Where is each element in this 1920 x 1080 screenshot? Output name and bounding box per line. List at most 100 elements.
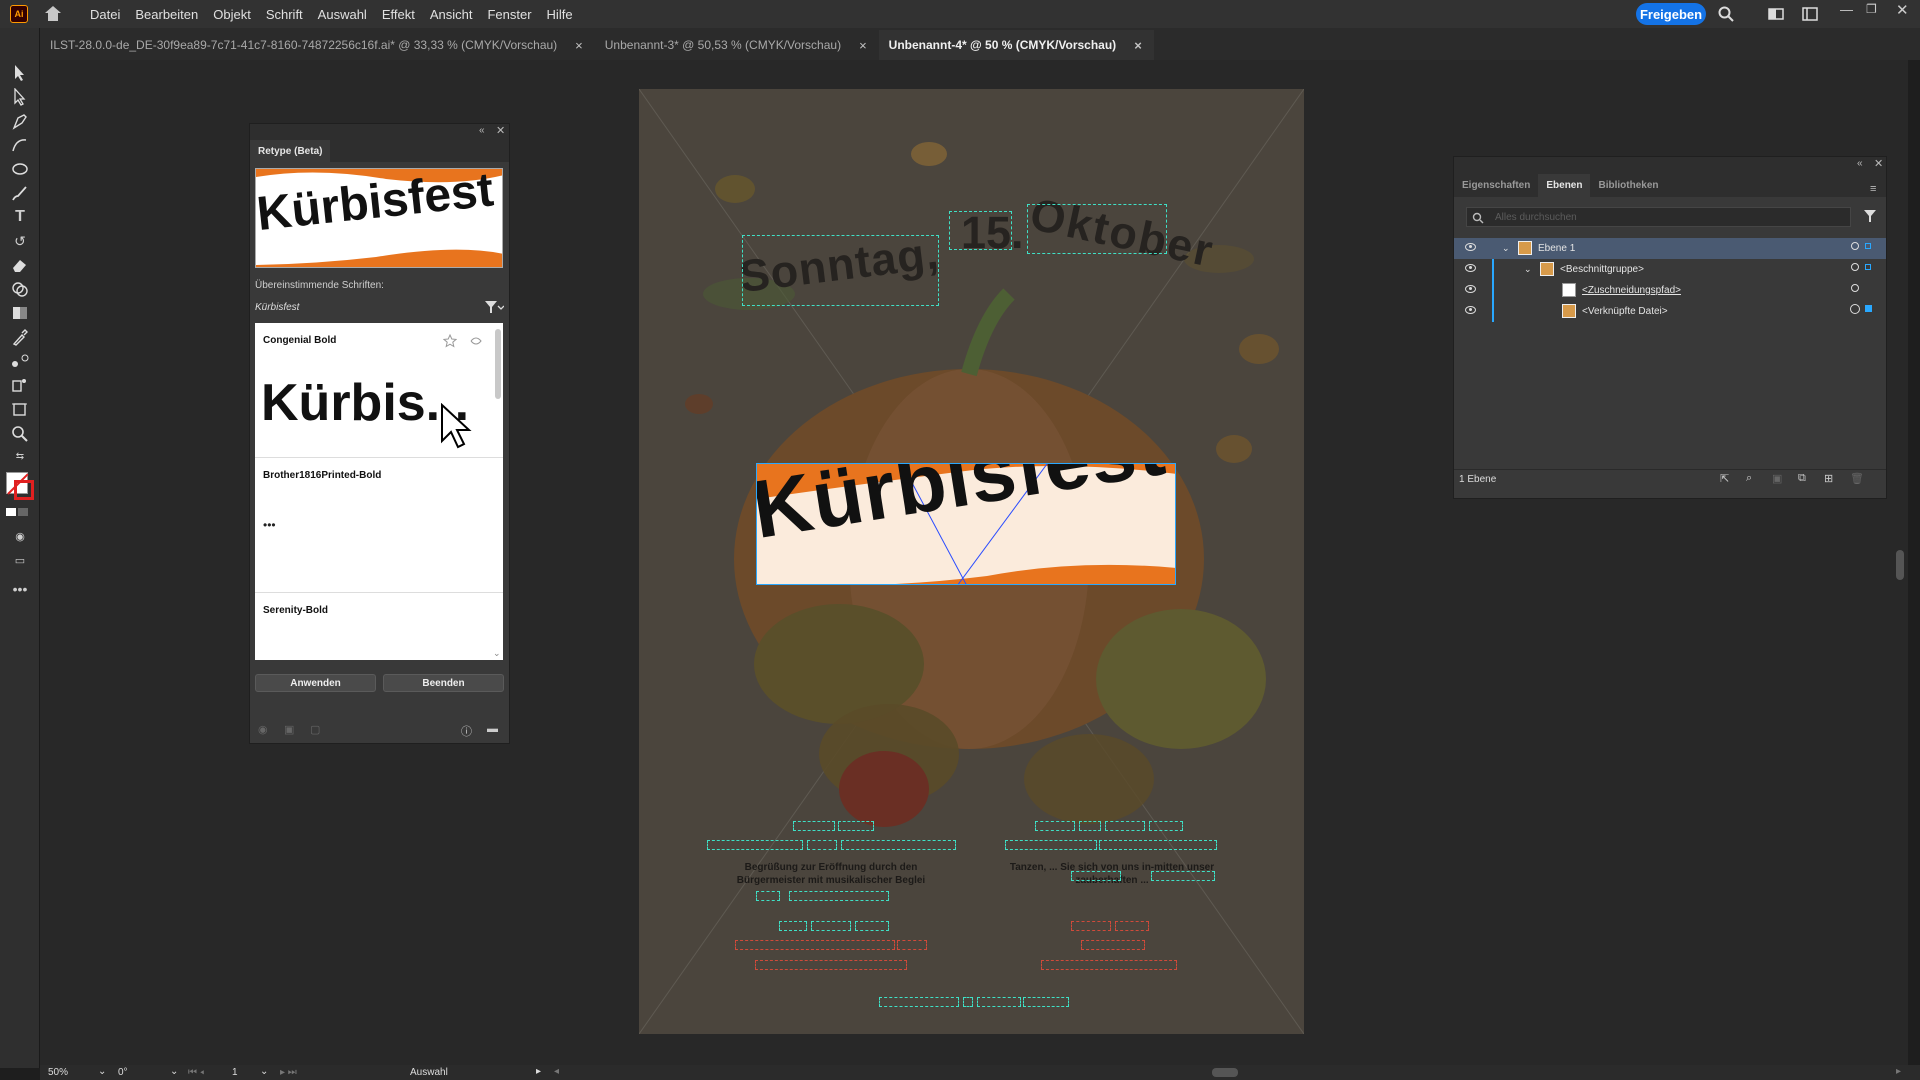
layer-name[interactable]: <Verknüpfte Datei> bbox=[1582, 306, 1668, 317]
text-frame-day[interactable] bbox=[742, 235, 939, 306]
text-frame-overset[interactable] bbox=[755, 960, 907, 970]
color-mode-icon[interactable] bbox=[6, 508, 16, 516]
text-frame[interactable] bbox=[841, 840, 956, 850]
filter-icon[interactable] bbox=[484, 300, 504, 314]
layer-row-beschnittgruppe[interactable]: ⌄ <Beschnittgruppe> bbox=[1454, 259, 1886, 280]
text-frame[interactable] bbox=[1149, 821, 1183, 831]
menu-schrift[interactable]: Schrift bbox=[266, 7, 303, 22]
text-frame[interactable] bbox=[1071, 871, 1121, 881]
text-frame[interactable] bbox=[879, 997, 959, 1007]
text-frame[interactable] bbox=[779, 921, 807, 931]
zoom-level[interactable]: 50% bbox=[48, 1067, 68, 1078]
text-frame[interactable] bbox=[977, 997, 1021, 1007]
close-panel-icon[interactable]: ✕ bbox=[1874, 157, 1883, 170]
share-button[interactable]: Freigeben bbox=[1636, 3, 1706, 25]
export-icon[interactable]: ⇱ bbox=[1720, 472, 1729, 485]
tab-retype[interactable]: Retype (Beta) bbox=[250, 140, 331, 163]
vertical-scrollbar-thumb[interactable] bbox=[1896, 550, 1904, 580]
new-layer-icon[interactable]: ⊞ bbox=[1824, 472, 1833, 485]
text-frame-overset[interactable] bbox=[897, 940, 927, 950]
text-frame[interactable] bbox=[1151, 871, 1215, 881]
collapse-panel-icon[interactable]: « bbox=[479, 125, 485, 136]
menu-objekt[interactable]: Objekt bbox=[213, 7, 251, 22]
delete-layer-icon[interactable]: 🗑 bbox=[1850, 472, 1864, 485]
favorite-star-icon[interactable] bbox=[443, 334, 457, 348]
text-frame[interactable] bbox=[811, 921, 851, 931]
font-result-item[interactable]: Serenity-Bold bbox=[255, 593, 503, 653]
rotation-value[interactable]: 0° bbox=[118, 1067, 128, 1078]
restore-icon[interactable]: ❐ bbox=[1866, 2, 1877, 16]
filter-icon[interactable] bbox=[1863, 209, 1877, 223]
selection-indicator[interactable] bbox=[1865, 243, 1871, 249]
text-frame[interactable] bbox=[1099, 840, 1217, 850]
reset-icon[interactable]: ▢ bbox=[310, 723, 320, 736]
layer-row-ebene-1[interactable]: ⌄ Ebene 1 bbox=[1454, 238, 1886, 259]
text-frame[interactable] bbox=[1105, 821, 1145, 831]
locate-object-icon[interactable]: ⌕ bbox=[1746, 472, 1752, 485]
horizontal-scrollbar-thumb[interactable] bbox=[1212, 1068, 1238, 1077]
collapse-panel-icon[interactable]: « bbox=[1857, 158, 1863, 169]
workspace-icon[interactable] bbox=[1802, 6, 1818, 22]
pen-tool-icon[interactable] bbox=[10, 112, 30, 130]
create-sublayer-icon[interactable]: ⧉ bbox=[1798, 472, 1806, 485]
artboard-number[interactable]: 1 bbox=[232, 1067, 238, 1078]
layers-search-input[interactable]: Alles durchsuchen bbox=[1466, 207, 1851, 227]
tab-unbenannt-4[interactable]: Unbenannt-4* @ 50 % (CMYK/Vorschau) × bbox=[878, 30, 1154, 60]
draw-mode-icon[interactable]: ◉ bbox=[10, 528, 30, 546]
text-frame-date[interactable] bbox=[949, 211, 1012, 250]
tab-eigenschaften[interactable]: Eigenschaften bbox=[1454, 174, 1538, 197]
text-frame-overset[interactable] bbox=[1081, 940, 1145, 950]
feedback-icon[interactable]: ▬ bbox=[487, 723, 498, 735]
stroke-swatch[interactable] bbox=[14, 480, 34, 500]
scroll-right-icon[interactable]: ▸ bbox=[1896, 1066, 1901, 1077]
menu-auswahl[interactable]: Auswahl bbox=[318, 7, 367, 22]
view-icon[interactable]: ◉ bbox=[258, 723, 268, 736]
artboard-nav-last-icon[interactable]: ▸ ⏭ bbox=[280, 1067, 297, 1078]
gradient-tool-icon[interactable] bbox=[10, 304, 30, 322]
layer-name[interactable]: <Beschnittgruppe> bbox=[1560, 264, 1644, 275]
ellipse-tool-icon[interactable] bbox=[10, 160, 30, 178]
close-tab-icon[interactable]: × bbox=[575, 38, 583, 53]
visibility-eye-icon[interactable] bbox=[1465, 285, 1476, 293]
layer-row-zuschneidungspfad[interactable]: <Zuschneidungspfad> bbox=[1454, 280, 1886, 301]
text-frame-overset[interactable] bbox=[1041, 960, 1177, 970]
artboard-nav-first-icon[interactable]: ⏮ ◂ bbox=[188, 1067, 204, 1078]
text-frame[interactable] bbox=[707, 840, 803, 850]
visibility-eye-icon[interactable] bbox=[1465, 306, 1476, 314]
symbol-sprayer-tool-icon[interactable] bbox=[10, 376, 30, 394]
scroll-left-icon[interactable]: ◂ bbox=[554, 1066, 559, 1077]
expand-chevron-icon[interactable]: ⌄ bbox=[1524, 264, 1532, 275]
list-scrollbar-thumb[interactable] bbox=[495, 329, 501, 399]
menu-ansicht[interactable]: Ansicht bbox=[430, 7, 473, 22]
eyedropper-tool-icon[interactable] bbox=[10, 328, 30, 346]
close-tab-icon[interactable]: × bbox=[859, 38, 867, 53]
artboard-dropdown-icon[interactable]: ⌄ bbox=[260, 1066, 268, 1077]
selection-indicator[interactable] bbox=[1865, 264, 1871, 270]
more-tools-icon[interactable]: ••• bbox=[10, 580, 30, 598]
make-clipping-mask-icon[interactable]: ▣ bbox=[1772, 472, 1782, 485]
font-result-item[interactable]: Congenial Bold Kürbis... bbox=[255, 323, 503, 458]
retype-panel-header[interactable]: « ✕ bbox=[250, 124, 509, 140]
text-frame[interactable] bbox=[963, 997, 973, 1007]
status-menu-icon[interactable]: ▸ bbox=[536, 1066, 541, 1077]
font-result-item[interactable]: Brother1816Printed-Bold ••• bbox=[255, 458, 503, 593]
menu-fenster[interactable]: Fenster bbox=[487, 7, 531, 22]
artboard-tool-icon[interactable] bbox=[10, 400, 30, 418]
layer-name[interactable]: <Zuschneidungspfad> bbox=[1582, 285, 1681, 296]
target-icon[interactable] bbox=[1851, 242, 1859, 250]
menu-effekt[interactable]: Effekt bbox=[382, 7, 415, 22]
text-frame[interactable] bbox=[756, 891, 780, 901]
font-results-list[interactable]: Congenial Bold Kürbis... Brother1816Prin… bbox=[255, 323, 503, 660]
expand-chevron-icon[interactable]: ⌄ bbox=[1502, 243, 1510, 254]
tab-bibliotheken[interactable]: Bibliotheken bbox=[1590, 174, 1666, 197]
text-frame-month[interactable] bbox=[1027, 204, 1167, 254]
text-frame[interactable] bbox=[838, 821, 874, 831]
target-icon[interactable] bbox=[1851, 263, 1859, 271]
text-frame[interactable] bbox=[1005, 840, 1097, 850]
tab-unbenannt-3[interactable]: Unbenannt-3* @ 50,53 % (CMYK/Vorschau) × bbox=[594, 30, 879, 60]
text-frame[interactable] bbox=[789, 891, 889, 901]
text-frame[interactable] bbox=[855, 921, 889, 931]
text-frame[interactable] bbox=[1023, 997, 1069, 1007]
zoom-dropdown-icon[interactable]: ⌄ bbox=[98, 1066, 106, 1077]
tab-ilst[interactable]: ILST-28.0.0-de_DE-30f9ea89-7c71-41c7-816… bbox=[40, 30, 595, 60]
